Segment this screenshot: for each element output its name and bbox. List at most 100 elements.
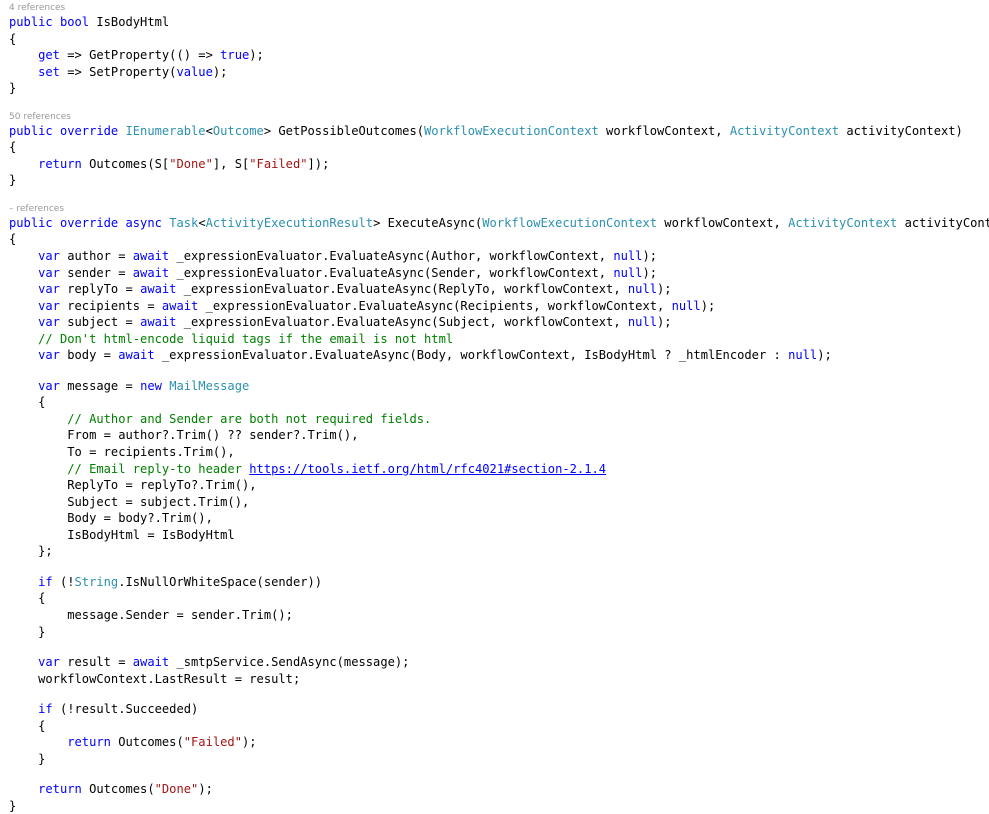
code-text: );	[249, 48, 264, 63]
code-text: );	[212, 64, 228, 79]
keyword-token: null	[613, 265, 643, 280]
code-line: // Don't html-encode liquid tags if the …	[9, 331, 985, 348]
code-text: activityContext)	[904, 215, 989, 230]
code-text: );	[642, 265, 658, 280]
code-text: }	[9, 798, 17, 813]
type-token: Outcome	[212, 123, 264, 138]
code-line: }	[9, 80, 985, 97]
code-text: _expressionEvaluator.EvaluateAsync(Body,…	[154, 348, 789, 363]
codelens-references[interactable]: 4 references	[9, 0, 985, 14]
keyword-token: public	[9, 123, 53, 138]
keyword-token: public	[9, 215, 53, 230]
code-line: {	[9, 718, 985, 735]
code-text: ]);	[307, 156, 330, 171]
keyword-token: if	[38, 574, 53, 589]
code-line: var sender = await _expressionEvaluator.…	[9, 265, 985, 282]
codelens-references[interactable]: 50 references	[9, 109, 985, 123]
code-editor[interactable]: 4 references public bool IsBodyHtml{ get …	[9, 0, 989, 814]
type-token: MailMessage	[169, 378, 250, 393]
code-text: }	[9, 624, 46, 639]
code-line: IsBodyHtml = IsBodyHtml	[9, 527, 985, 544]
keyword-token: var	[38, 249, 60, 264]
code-text: => GetProperty(() =>	[59, 48, 221, 63]
keyword-token: new	[140, 378, 162, 393]
code-text: .IsNullOrWhiteSpace(sender))	[118, 574, 323, 589]
code-text: result =	[59, 655, 133, 670]
code-text: {	[9, 395, 46, 410]
code-line: public bool IsBodyHtml	[9, 14, 985, 31]
keyword-token: set	[38, 64, 60, 79]
code-text: _expressionEvaluator.EvaluateAsync(Sende…	[169, 265, 614, 280]
keyword-token: await	[140, 282, 177, 297]
string-token: "Failed"	[249, 156, 308, 171]
code-text: <	[205, 123, 213, 138]
code-line: // Author and Sender are both not requir…	[9, 411, 985, 428]
code-line: Body = body?.Trim(),	[9, 510, 985, 527]
keyword-token: null	[613, 249, 643, 264]
code-text: );	[242, 735, 257, 750]
code-text: (!	[52, 574, 75, 589]
code-line: };	[9, 543, 985, 560]
code-line: var author = await _expressionEvaluator.…	[9, 248, 985, 265]
code-line: public override async Task<ActivityExecu…	[9, 215, 989, 232]
codelens-references[interactable]: – references	[9, 201, 985, 215]
keyword-token: var	[38, 378, 60, 393]
code-line: var replyTo = await _expressionEvaluator…	[9, 281, 985, 298]
code-line: var result = await _smtpService.SendAsyn…	[9, 654, 985, 671]
keyword-token: return	[67, 735, 111, 750]
type-token: ActivityExecutionResult	[205, 215, 374, 230]
code-line: {	[9, 231, 985, 248]
code-text: _smtpService.SendAsync(message);	[169, 655, 410, 670]
type-token: WorkflowExecutionContext	[482, 215, 658, 230]
keyword-token: null	[627, 282, 658, 297]
code-line: set => SetProperty(value);	[9, 64, 985, 81]
hyperlink[interactable]: https://tools.ietf.org/html/rfc4021#sect…	[249, 462, 606, 476]
code-line: Subject = subject.Trim(),	[9, 494, 985, 511]
keyword-token: null	[788, 348, 818, 363]
code-text: workflowContext,	[657, 215, 789, 230]
code-text: _expressionEvaluator.EvaluateAsync(Recip…	[198, 298, 672, 313]
code-text: }	[9, 751, 46, 766]
code-line: get => GetProperty(() => true);	[9, 47, 985, 64]
code-text: ReplyTo = replyTo?.Trim(),	[9, 478, 257, 493]
code-line: {	[9, 31, 985, 48]
code-text: Outcomes(	[81, 782, 155, 797]
code-line: return Outcomes("Done");	[9, 781, 985, 798]
code-text: recipients =	[59, 298, 162, 313]
keyword-token: get	[38, 48, 60, 63]
keyword-token: await	[132, 249, 170, 264]
code-text: {	[9, 718, 46, 733]
keyword-token: if	[38, 702, 53, 717]
code-text: _expressionEvaluator.EvaluateAsync(Subje…	[176, 315, 628, 330]
code-line: var recipients = await _expressionEvalua…	[9, 298, 985, 315]
code-text: body =	[59, 348, 119, 363]
comment-token: // Email reply-to header	[67, 461, 250, 476]
code-line: }	[9, 798, 985, 814]
keyword-token: null	[627, 315, 658, 330]
code-text: Body = body?.Trim(),	[9, 511, 213, 526]
type-token: WorkflowExecutionContext	[424, 123, 599, 138]
code-text: ], S[	[212, 156, 250, 171]
keyword-token: true	[220, 48, 250, 63]
code-line: return Outcomes(S["Done"], S["Failed"]);	[9, 156, 985, 173]
